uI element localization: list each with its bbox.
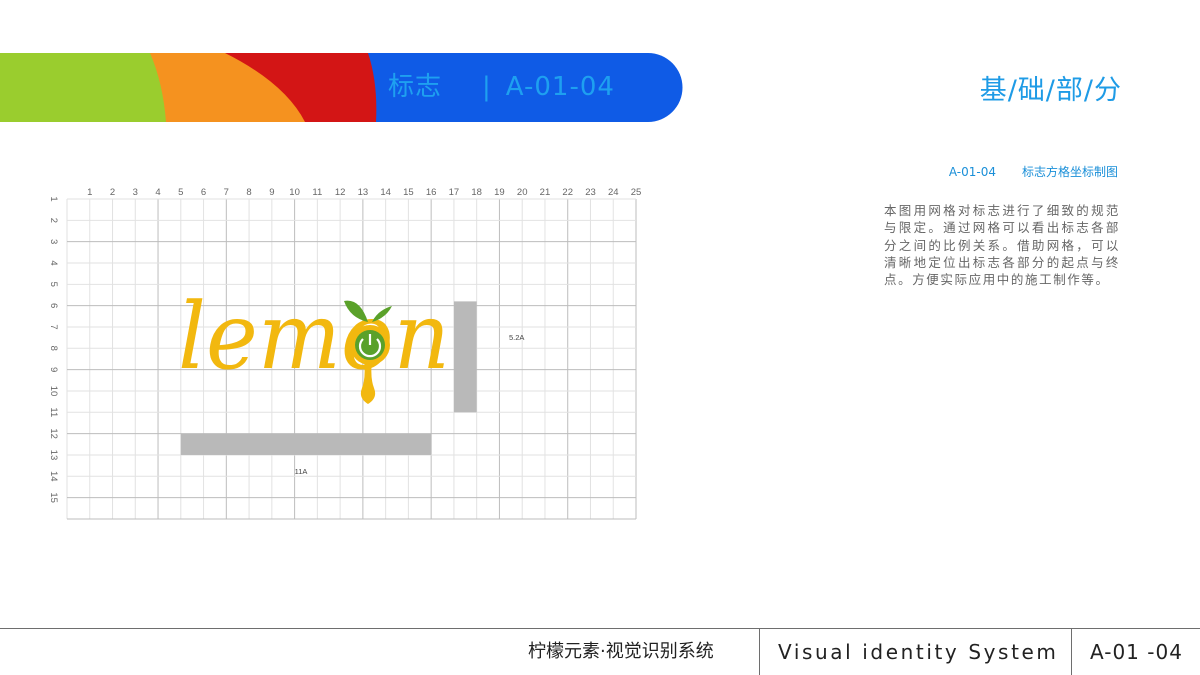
grid-column-label: 14 [380,187,391,198]
grid-row-label: 3 [48,239,59,244]
grid-row-label: 1 [48,196,59,201]
grid-column-label: 25 [631,187,642,198]
logo-wordmark: lemon [178,283,450,390]
grid-column-label: 18 [471,187,482,198]
grid-column-label: 10 [289,187,300,198]
grid-column-label: 9 [269,187,274,198]
footer-page-code: A-01 -04 [1090,640,1183,664]
grid-row-label: 2 [48,218,59,223]
grid-row-label: 15 [48,492,59,503]
grid-column-label: 20 [517,187,528,198]
grid-column-label: 12 [335,187,346,198]
grid-row-label: 7 [48,324,59,329]
grid-column-label: 4 [155,187,160,198]
grid-column-label: 5 [178,187,183,198]
grid-row-label: 9 [48,367,59,372]
grid-column-label: 11 [312,187,322,198]
footer-brand-cn: 柠檬元素·视觉识别系统 [528,641,714,662]
grid-row-label: 8 [48,346,59,351]
grid-column-label: 19 [494,187,505,198]
footer-brand-en: Visual identity System [778,640,1059,664]
grid-row-label: 5 [48,282,59,287]
grid-row-label: 11 [48,407,59,417]
grid-row-label: 6 [48,303,59,308]
measure-label-horizontal-width: 11A [295,467,308,476]
footer-separator [1071,629,1072,675]
grid-column-label: 15 [403,187,414,198]
grid-row-label: 14 [48,471,59,482]
grid-column-label: 22 [562,187,573,198]
grid-row-label: 4 [48,260,59,265]
grid-row-label: 10 [48,386,59,397]
grid-column-label: 6 [201,187,206,198]
logo-grid-diagram: 1 2 3 4 5 6 7 8 9 10 11 12 13 14 15 16 17 18 19 20 21 22 23 24 2… [48,187,642,520]
footer-separator [759,629,760,675]
grid-column-label: 21 [540,187,551,198]
grid-column-label: 16 [426,187,437,198]
grid-column-label: 8 [246,187,251,198]
grid-column-label: 13 [358,187,369,198]
grid-row-label: 12 [48,428,59,439]
grid-column-label: 1 [87,187,92,198]
grid-column-label: 24 [608,187,619,198]
grid-column-label: 23 [585,187,596,198]
grid-column-label: 7 [224,187,229,198]
lemon-logo: lemon [178,283,450,404]
grid-row-label: 13 [48,450,59,461]
grid-column-label: 3 [133,187,138,198]
grid-column-label: 2 [110,187,115,198]
measure-label-vertical-height: 5.2A [509,333,524,342]
grid-column-label: 17 [449,187,460,198]
measure-bar-horizontal-width [180,433,432,455]
measure-bar-vertical-height [453,301,477,413]
